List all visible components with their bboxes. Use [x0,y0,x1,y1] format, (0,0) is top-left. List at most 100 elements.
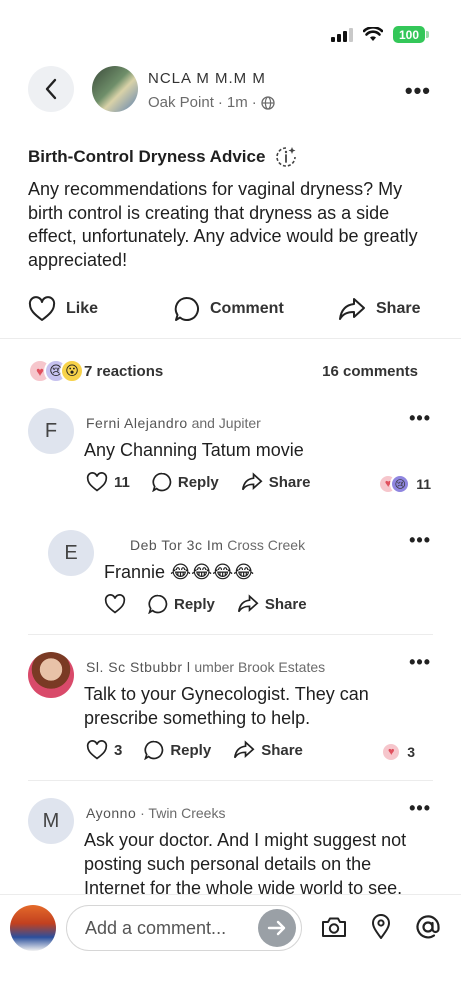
comments-count[interactable]: 16 comments [322,363,418,380]
comment-like-button[interactable]: 11 [86,472,130,492]
share-label: Share [261,741,303,759]
comment-reply-button[interactable]: Reply [152,472,219,492]
comment-item: F Ferni Alejandro and Jupiter ••• Any Ch… [0,404,461,504]
share-label: Share [268,473,311,491]
chevron-left-icon [45,78,57,100]
commenter-line: Sl. Sc Stbubbr l umber Brook Estates [86,659,325,675]
commenter-line: Ferni Alejandro and Jupiter [86,415,261,431]
location-button[interactable] [367,913,395,941]
ai-info-icon[interactable] [275,146,297,168]
commenter-neighborhood: · Twin Creeks [140,805,226,821]
reply-label: Reply [170,741,212,759]
comment-more-button[interactable]: ••• [409,798,431,819]
divider [28,634,433,635]
location-pin-icon [372,914,390,939]
reactions-summary: ♥ 😢 😮 7 reactions 16 comments [28,358,418,386]
status-bar: 100 [0,0,461,64]
commenter-avatar[interactable]: M [28,798,74,844]
post-more-button[interactable]: ••• [405,78,431,104]
speech-bubble-icon [148,594,168,614]
share-arrow-icon [234,740,255,759]
heart-reaction-icon: ♥ [381,742,402,762]
heart-icon [28,296,56,321]
meta-separator: · [251,94,257,111]
sad-reaction-icon: 😢 [390,474,411,494]
signal-icon [331,27,353,42]
commenter-line: Deb Tor 3c Im Cross Creek [130,537,305,553]
post-header: NCLA M M.M M Oak Point · 1m · ••• [0,64,461,120]
battery-icon: 100 [393,26,429,43]
comment-more-button[interactable]: ••• [409,408,431,429]
globe-icon [261,95,275,110]
send-button[interactable] [258,909,296,947]
wifi-icon [363,27,383,41]
commenter-neighborhood: Cross Creek [227,537,306,553]
post-actions: Like Comment Share [0,296,461,334]
mention-button[interactable] [414,913,442,941]
author-avatar[interactable] [92,66,138,112]
status-icons: 100 [331,26,429,43]
commenter-avatar[interactable] [28,652,74,698]
speech-bubble-icon [152,472,172,492]
post-time: 1m [226,94,248,111]
commenter-name[interactable]: Ferni Alejandro [86,415,188,431]
commenter-name[interactable]: Sl. Sc Stbubbr l [86,659,191,675]
author-neighborhood[interactable]: Oak Point [148,94,214,111]
post-title: Birth-Control Dryness Advice [28,147,266,166]
comment-reaction-count: 11 [416,476,431,492]
like-button[interactable]: Like [28,296,98,322]
commenter-name[interactable]: Deb Tor 3c Im [130,537,223,553]
comment-label: Comment [210,300,284,317]
reply-label: Reply [174,595,215,613]
comment-item: M Ayonno · Twin Creeks ••• Ask your doct… [0,796,461,894]
reaction-emoji-stack[interactable]: ♥ 😢 😮 [28,359,84,383]
comment-reaction-count: 3 [407,744,415,760]
commenter-neighborhood: umber Brook Estates [194,659,326,675]
comment-text: Ask your doctor. And I might suggest not… [84,830,407,894]
comment-actions: 11 Reply Share [86,472,332,492]
comment-reactions[interactable]: ♥ 😢 11 [378,474,431,494]
speech-bubble-icon [174,296,199,321]
comment-like-count: 11 [114,473,130,491]
comment-text: Frannie 😂😂😂😂 [104,562,255,582]
arrow-right-icon [267,920,286,936]
comment-more-button[interactable]: ••• [409,652,431,673]
commenter-avatar[interactable]: E [48,530,94,576]
reactions-count[interactable]: 7 reactions [84,363,163,380]
commenter-avatar[interactable]: F [28,408,74,454]
comment-share-button[interactable]: Share [233,740,303,760]
commenter-name[interactable]: Ayonno [86,805,136,821]
share-arrow-icon [237,594,259,613]
commenter-neighborhood: and Jupiter [191,415,261,431]
share-arrow-icon [339,298,365,320]
author-meta: Oak Point · 1m · [148,94,275,111]
comment-text: Any Channing Tatum movie [84,440,304,460]
comment-reply-button[interactable]: Reply [148,594,215,614]
share-button[interactable]: Share [338,296,420,322]
reply-item: E Deb Tor 3c Im Cross Creek ••• Frannie … [0,528,461,624]
comment-share-button[interactable]: Share [237,594,307,614]
comment-like-button[interactable]: 3 [86,740,122,760]
author-name[interactable]: NCLA M M.M M [148,70,266,87]
comment-composer: Add a comment... [0,894,461,960]
wow-reaction-icon: 😮 [60,359,84,383]
current-user-avatar[interactable] [10,905,56,951]
heart-icon [86,472,108,492]
comment-reply-button[interactable]: Reply [144,740,211,760]
comment-item: Sl. Sc Stbubbr l umber Brook Estates •••… [0,650,461,770]
heart-icon [104,594,126,614]
divider [28,780,433,781]
comment-share-button[interactable]: Share [241,472,311,492]
comment-text: Talk to your Gynecologist. They can pres… [84,684,369,728]
comment-input-placeholder: Add a comment... [85,917,227,938]
back-button[interactable] [28,66,74,112]
comment-reactions[interactable]: ♥ 3 [381,742,415,762]
comment-like-button[interactable] [104,594,126,614]
comment-button[interactable]: Comment [174,296,284,322]
meta-separator: · [217,94,223,111]
comment-actions: Reply Share [104,594,329,614]
comment-more-button[interactable]: ••• [409,530,431,551]
divider [0,338,461,339]
share-label: Share [376,300,421,317]
camera-button[interactable] [320,913,348,941]
